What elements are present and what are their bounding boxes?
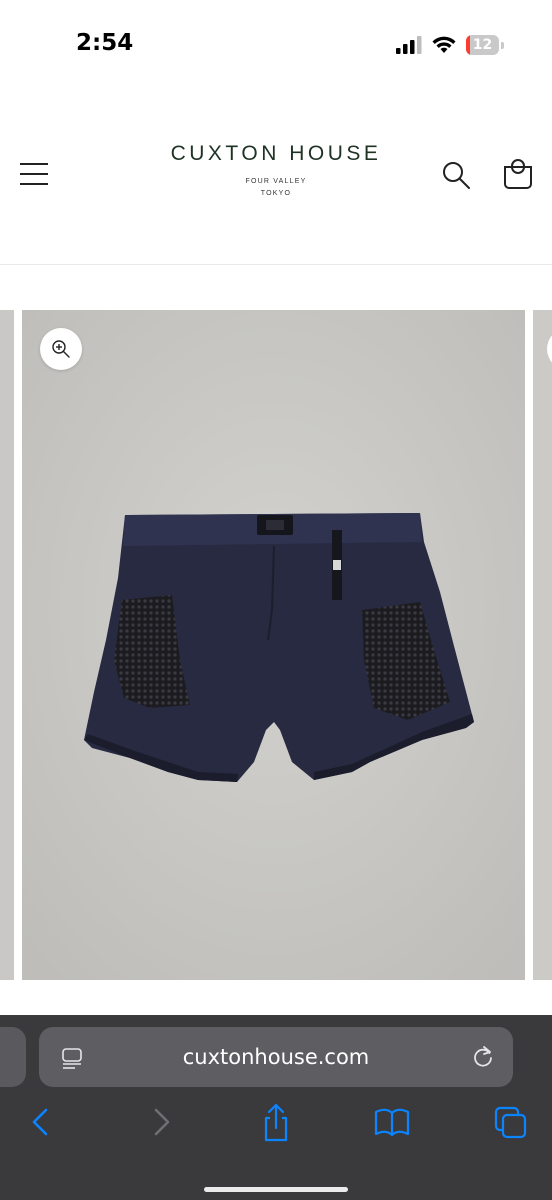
battery-cap bbox=[501, 42, 504, 49]
product-image[interactable] bbox=[22, 310, 525, 980]
menu-icon[interactable] bbox=[20, 161, 48, 187]
product-gallery bbox=[0, 265, 552, 1015]
home-indicator bbox=[204, 1187, 348, 1192]
brand-name: CUXTON HOUSE bbox=[170, 142, 382, 165]
site-header: CUXTON HOUSE FOUR VALLEY TOKYO bbox=[0, 90, 552, 265]
forward-icon[interactable] bbox=[142, 1100, 182, 1144]
status-time: 2:54 bbox=[76, 30, 134, 56]
browser-toolbar: cuxtonhouse.com bbox=[0, 1015, 552, 1200]
wifi-icon bbox=[432, 36, 456, 53]
previous-slide[interactable] bbox=[0, 310, 14, 980]
brand-subtitle: FOUR VALLEY TOKYO bbox=[150, 176, 402, 200]
back-icon[interactable] bbox=[22, 1100, 62, 1144]
reload-icon[interactable] bbox=[471, 1045, 495, 1069]
status-bar: 2:54 12 bbox=[0, 0, 552, 90]
bookmarks-icon[interactable] bbox=[372, 1100, 412, 1144]
share-icon[interactable] bbox=[256, 1100, 296, 1144]
next-slide-zoom-button bbox=[547, 328, 552, 370]
battery-level: 12 bbox=[472, 37, 493, 53]
brand-sub-line2: TOKYO bbox=[260, 190, 292, 197]
zoom-button[interactable] bbox=[40, 328, 82, 370]
brand-sub-line1: FOUR VALLEY bbox=[245, 178, 307, 185]
previous-tab-pill[interactable] bbox=[0, 1027, 26, 1087]
brand-logo[interactable]: CUXTON HOUSE FOUR VALLEY TOKYO bbox=[150, 142, 402, 200]
url-text: cuxtonhouse.com bbox=[182, 1045, 370, 1069]
tabs-icon[interactable] bbox=[491, 1100, 531, 1144]
address-bar[interactable]: cuxtonhouse.com bbox=[39, 1027, 513, 1087]
shorts-photo bbox=[22, 310, 525, 980]
zoom-in-icon bbox=[52, 340, 70, 358]
battery-body: 12 bbox=[466, 35, 499, 55]
shopping-bag-icon[interactable] bbox=[502, 158, 534, 190]
battery-icon: 12 bbox=[466, 35, 504, 55]
next-slide[interactable] bbox=[533, 310, 552, 980]
product-page: 2:54 12 CUXTON HOUSE FOUR VALLEY TOKYO c… bbox=[0, 0, 552, 1200]
cellular-signal-icon bbox=[396, 36, 422, 54]
search-icon[interactable] bbox=[441, 160, 471, 190]
bottom-toolbar bbox=[0, 1100, 552, 1150]
